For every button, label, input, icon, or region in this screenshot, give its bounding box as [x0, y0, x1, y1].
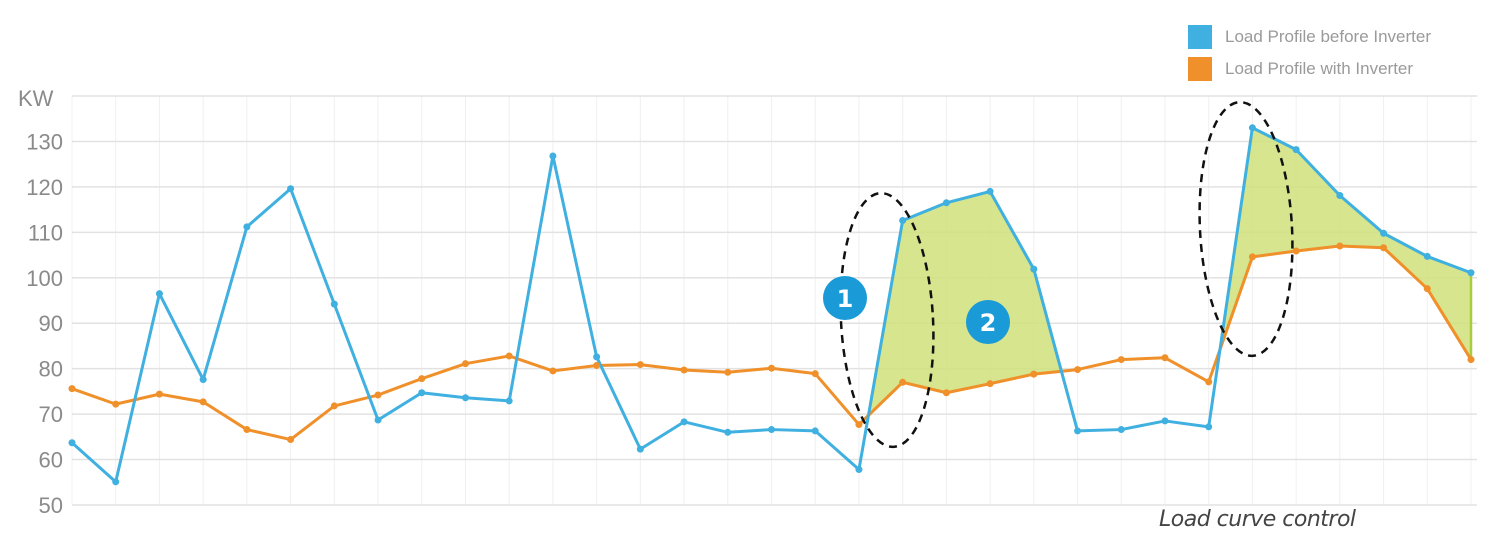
- annotation-badge-label: 2: [980, 309, 997, 337]
- data-point-with: [986, 380, 994, 388]
- data-point-before: [1336, 192, 1344, 200]
- data-point-before: [1380, 229, 1388, 237]
- data-point-before: [199, 376, 207, 384]
- y-tick-label: 100: [26, 266, 63, 291]
- data-point-with: [680, 366, 688, 374]
- data-point-with: [1336, 242, 1344, 250]
- data-point-with: [461, 360, 469, 368]
- data-point-with: [1117, 356, 1125, 364]
- data-point-with: [112, 400, 120, 408]
- data-point-with: [1292, 247, 1300, 255]
- data-point-with: [199, 398, 207, 406]
- data-point-before: [1467, 269, 1475, 277]
- data-point-before: [636, 445, 644, 453]
- data-point-with: [1161, 354, 1169, 362]
- data-point-before: [1292, 146, 1300, 154]
- data-point-with: [811, 370, 819, 378]
- data-point-before: [461, 394, 469, 402]
- data-point-with: [418, 375, 426, 383]
- data-point-with: [287, 436, 295, 444]
- legend: Load Profile before Inverter Load Profil…: [1188, 21, 1431, 85]
- data-point-before: [418, 389, 426, 397]
- data-point-with: [374, 391, 382, 399]
- data-point-before: [680, 418, 688, 426]
- data-point-with: [593, 361, 601, 369]
- data-point-before: [549, 152, 557, 160]
- legend-swatch-before: [1188, 25, 1212, 49]
- legend-swatch-with: [1188, 57, 1212, 81]
- data-point-before: [1161, 417, 1169, 425]
- data-point-with: [942, 389, 950, 397]
- data-point-before: [811, 427, 819, 435]
- y-tick-label: 110: [28, 220, 63, 245]
- data-point-with: [1248, 253, 1256, 261]
- data-point-with: [1467, 356, 1475, 364]
- data-point-before: [243, 223, 251, 231]
- data-point-before: [330, 300, 338, 308]
- data-point-with: [330, 402, 338, 410]
- data-point-with: [899, 378, 907, 386]
- data-point-before: [68, 439, 76, 447]
- chart-caption: Load curve control: [1159, 507, 1356, 532]
- annotation-badge-label: 1: [837, 285, 854, 313]
- legend-item-before: Load Profile before Inverter: [1188, 21, 1431, 53]
- data-point-before: [374, 416, 382, 424]
- y-tick-label: 50: [39, 493, 63, 518]
- data-point-before: [986, 187, 994, 195]
- legend-label-with: Load Profile with Inverter: [1225, 59, 1414, 78]
- data-point-before: [505, 397, 513, 405]
- data-point-before: [112, 478, 120, 486]
- data-point-before: [899, 217, 907, 225]
- data-point-before: [724, 428, 732, 436]
- data-point-before: [1030, 265, 1038, 273]
- data-point-before: [1248, 124, 1256, 132]
- y-axis-label: KW: [18, 86, 54, 111]
- data-point-with: [1205, 378, 1213, 386]
- y-tick-label: 130: [26, 129, 63, 154]
- data-point-before: [768, 426, 775, 434]
- y-tick-label: 60: [39, 448, 63, 473]
- shaded-region: [867, 190, 1063, 417]
- data-point-before: [1423, 252, 1431, 260]
- legend-item-with: Load Profile with Inverter: [1188, 53, 1431, 85]
- data-point-with: [243, 426, 251, 434]
- y-tick-label: 80: [39, 357, 63, 382]
- data-point-before: [593, 353, 601, 361]
- data-point-before: [855, 466, 863, 474]
- data-point-with: [505, 352, 513, 360]
- data-point-with: [1380, 244, 1388, 252]
- shaded-region: [1218, 126, 1473, 361]
- data-point-before: [1117, 426, 1125, 434]
- shaded-regions: [867, 126, 1473, 417]
- y-tick-label: 70: [39, 402, 63, 427]
- data-point-with: [68, 385, 76, 393]
- y-tick-label: 120: [26, 175, 63, 200]
- data-point-before: [942, 199, 950, 207]
- data-point-with: [549, 367, 557, 375]
- data-point-with: [1074, 366, 1082, 374]
- y-axis-ticks: 50 60 70 80 90 100 110 120 130: [26, 129, 63, 518]
- data-point-with: [1423, 285, 1431, 293]
- data-point-with: [1030, 370, 1038, 378]
- data-point-with: [855, 421, 863, 429]
- data-point-with: [768, 364, 775, 372]
- legend-label-before: Load Profile before Inverter: [1225, 27, 1432, 46]
- data-point-before: [155, 290, 163, 298]
- data-point-with: [636, 361, 644, 369]
- data-point-with: [724, 368, 732, 376]
- y-tick-label: 90: [39, 311, 63, 336]
- data-point-before: [287, 185, 295, 193]
- data-point-before: [1205, 423, 1213, 431]
- data-point-with: [155, 390, 163, 398]
- data-point-before: [1074, 427, 1082, 435]
